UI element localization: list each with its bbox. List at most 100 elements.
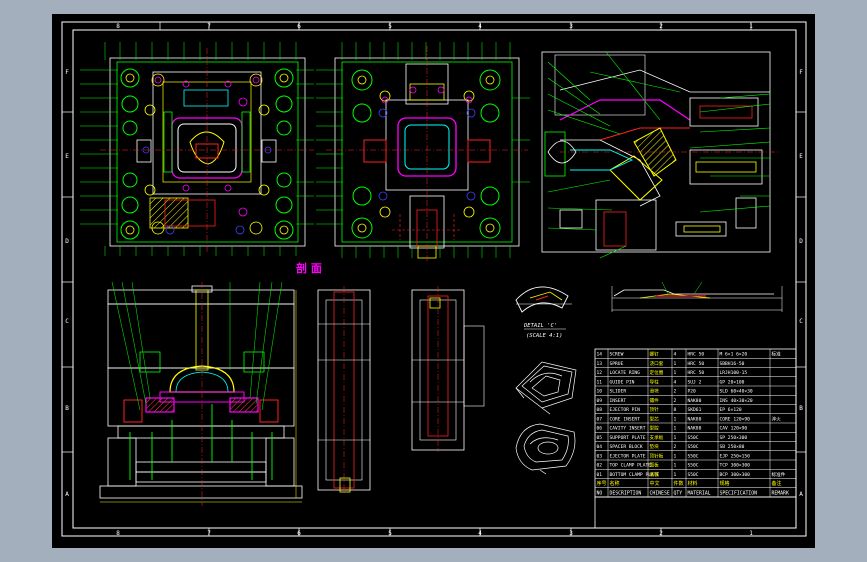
col-bot-1: 1 [749, 530, 753, 537]
bom-cell-mat: S50C [688, 463, 699, 469]
bom-cell-spec: TCP 300×300 [720, 463, 751, 469]
bom-cell-desc: SLIDER [610, 389, 627, 395]
bom-cell-qty: 2 [674, 444, 677, 450]
col-bot-4: 4 [478, 530, 482, 537]
col-top-7: 7 [207, 23, 211, 30]
col-top-6: 6 [297, 23, 301, 30]
bom-cell-spec: GP 20×100 [720, 379, 745, 385]
bom-cell-qty: 4 [674, 352, 677, 358]
bom-cell-no: 02 [597, 463, 603, 469]
bom-cell-mat: S50C [688, 453, 699, 459]
row-right-A: A [799, 491, 803, 498]
bom-cell-qty: 1 [674, 472, 677, 478]
bom-cell-no: 13 [597, 361, 603, 367]
bom-cell-cn: 型芯 [650, 415, 660, 422]
bom-cell-no: 04 [597, 444, 603, 450]
bom-cell-no: 07 [597, 416, 603, 422]
bom-cell-no: 12 [597, 370, 603, 376]
bom-cell-qty: 1 [674, 435, 677, 441]
bom-cell-cn: 顶针板 [650, 452, 664, 459]
bom-header-cn: 件数 [674, 480, 684, 487]
bom-cell-cn: 型腔 [650, 425, 660, 432]
detail-label: DETAIL 'C' [523, 323, 557, 329]
row-left-D: D [65, 238, 69, 245]
bom-cell-no: 10 [597, 389, 603, 395]
bom-cell-no: 05 [597, 435, 603, 441]
col-top-4: 4 [478, 23, 482, 30]
bom-cell-desc: INSERT [610, 398, 627, 404]
bom-cell-cn: 镶件 [650, 397, 660, 404]
bom-cell-remark: 标准件 [772, 471, 786, 478]
bom-cell-spec: CORE 120×90 [720, 416, 751, 422]
col-top-5: 5 [388, 23, 392, 30]
bom-cell-mat: S50C [688, 472, 699, 478]
bom-cell-cn: 定位圈 [650, 369, 664, 376]
detail-scale: (SCALE 4:1) [526, 333, 562, 339]
bom-cell-desc: SUPPORT PLATE [610, 435, 646, 441]
col-top-8: 8 [116, 23, 120, 30]
cad-drawing-sheet: 8 7 6 5 4 3 2 1 8 7 6 5 4 3 2 1 F E D C … [52, 14, 815, 548]
bom-cell-spec: CAV 120×90 [720, 426, 748, 432]
bom-cell-mat: NAK80 [688, 426, 702, 432]
row-right-D: D [799, 238, 803, 245]
bom-header: QTY [674, 491, 683, 497]
bom-cell-cn: 导柱 [650, 378, 660, 385]
bom-cell-desc: TOP CLAMP PLATE [610, 463, 652, 469]
bom-cell-qty: 4 [674, 379, 677, 385]
col-top-3: 3 [569, 23, 573, 30]
bom-header-cn: 序号 [597, 480, 607, 487]
bom-cell-cn: 垫块 [650, 443, 660, 450]
bom-cell-mat: HRC 50 [688, 370, 705, 376]
row-right-B: B [799, 405, 803, 412]
bom-cell-cn: 顶针 [650, 406, 660, 413]
bom-cell-cn: 浇口套 [650, 360, 664, 367]
col-bot-5: 5 [388, 530, 392, 537]
bom-cell-spec: M 6×1 6×20 [720, 352, 748, 358]
bom-cell-spec: LRJH100-15 [720, 370, 748, 376]
row-right-E: E [799, 153, 803, 160]
bom-cell-no: 03 [597, 453, 603, 459]
bom-cell-no: 08 [597, 407, 603, 413]
bom-cell-qty: 2 [674, 389, 677, 395]
bom-header-cn: 材料 [688, 480, 698, 487]
row-right-F: F [799, 69, 803, 76]
bom-header-cn: 规格 [720, 480, 730, 487]
bom-cell-spec: EJP 250×150 [720, 453, 751, 459]
bom-cell-no: 09 [597, 398, 603, 404]
bom-header: MATERIAL [688, 491, 711, 497]
bom-cell-desc: EJECTOR PIN [610, 407, 641, 413]
bom-cell-no: 14 [597, 352, 603, 358]
bom-cell-cn: 面板 [650, 462, 660, 469]
bom-cell-qty: 1 [674, 416, 677, 422]
bom-header: DESCRIPTION [610, 491, 642, 497]
bom-cell-mat: SUJ 2 [688, 379, 702, 385]
bom-cell-spec: BCP 300×300 [720, 472, 751, 478]
bom-cell-mat: HRC 50 [688, 352, 705, 358]
bom-header: REMARK [772, 491, 789, 497]
bom-cell-qty: 1 [674, 370, 677, 376]
bom-cell-qty: 1 [674, 463, 677, 469]
col-bot-2: 2 [659, 530, 663, 537]
col-top-1: 1 [749, 23, 753, 30]
bom-cell-no: 11 [597, 379, 603, 385]
col-top-2: 2 [659, 23, 663, 30]
row-left-F: F [65, 69, 69, 76]
bom-cell-qty: 1 [674, 426, 677, 432]
bom-cell-desc: CAVITY INSERT [610, 426, 646, 432]
bom-header-cn: 备注 [772, 480, 782, 487]
section-label: 剖 面 [296, 261, 322, 275]
bom-cell-cn: 螺钉 [650, 351, 660, 358]
bom-cell-desc: SCREW [610, 352, 624, 358]
bom-cell-mat: NAK80 [688, 416, 702, 422]
bom-cell-mat: HRC 50 [688, 361, 705, 367]
bom-cell-desc: GUIDE PIN [610, 379, 635, 385]
col-bot-6: 6 [297, 530, 301, 537]
bom-cell-mat: S50C [688, 444, 699, 450]
bom-cell-spec: SP 250×300 [720, 435, 748, 441]
bom-cell-desc: EJECTOR PLATE [610, 453, 646, 459]
col-bot-8: 8 [116, 530, 120, 537]
bom-cell-mat: SKD61 [688, 407, 702, 413]
bom-cell-mat: S50C [688, 435, 699, 441]
row-left-A: A [65, 491, 69, 498]
bom-cell-mat: P20 [688, 389, 697, 395]
